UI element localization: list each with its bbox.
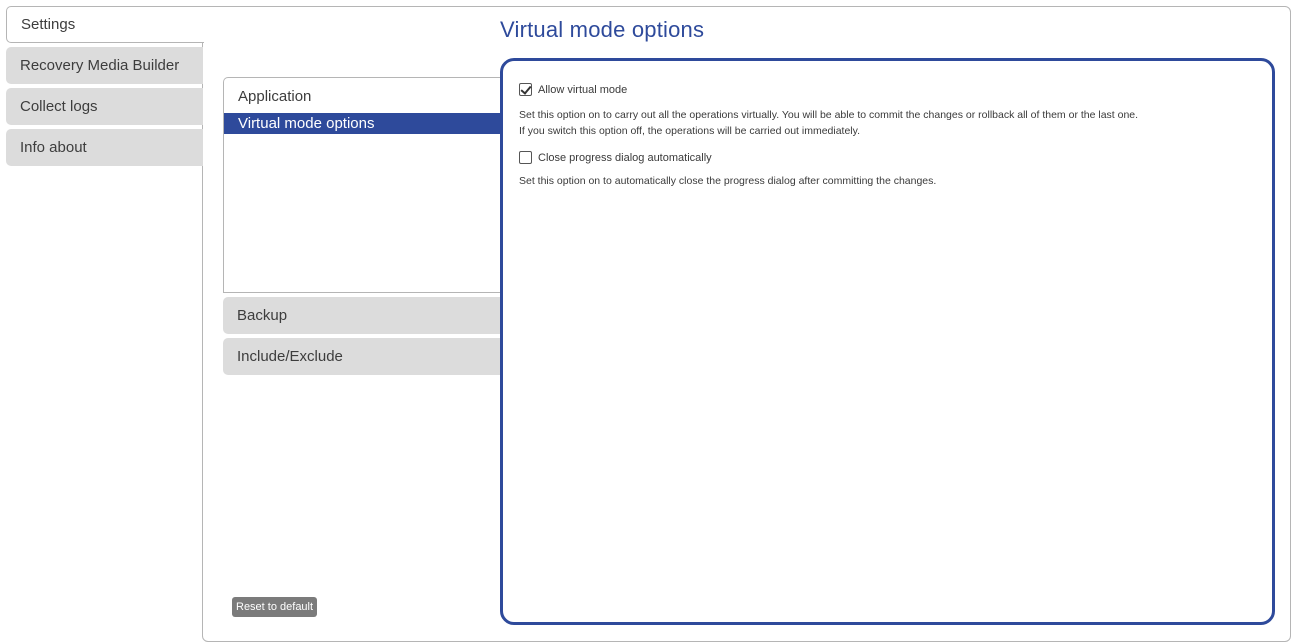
allow-virtual-mode-label: Allow virtual mode <box>538 83 628 96</box>
description-line: Set this option on to carry out all the … <box>519 109 1139 121</box>
category-application-list: Virtual mode options <box>223 113 503 293</box>
category-backup[interactable]: Backup <box>223 297 503 334</box>
nav-tab-info-about[interactable]: Info about <box>6 129 203 166</box>
close-progress-dialog-option[interactable]: Close progress dialog automatically <box>519 149 1256 166</box>
close-progress-dialog-label: Close progress dialog automatically <box>538 151 712 164</box>
reset-to-default-button[interactable]: Reset to default <box>232 597 318 617</box>
allow-virtual-mode-option[interactable]: Allow virtual mode <box>519 81 1256 98</box>
nav-tab-label: Settings <box>21 16 76 33</box>
nav-tab-label: Info about <box>20 139 87 156</box>
category-item-label: Virtual mode options <box>238 115 375 132</box>
nav-tab-label: Recovery Media Builder <box>20 57 180 74</box>
description-line: If you switch this option off, the opera… <box>519 125 861 137</box>
category-label: Backup <box>237 307 288 324</box>
nav-tab-label: Collect logs <box>20 98 98 115</box>
description-line: Set this option on to automatically clos… <box>519 175 937 187</box>
category-application-header[interactable]: Application <box>223 77 503 114</box>
nav-tab-settings[interactable]: Settings <box>6 6 204 43</box>
allow-virtual-mode-description: Set this option on to carry out all the … <box>519 107 1256 139</box>
close-progress-dialog-description: Set this option on to automatically clos… <box>519 173 1256 189</box>
allow-virtual-mode-checkbox[interactable] <box>519 83 532 96</box>
category-label: Application <box>238 88 312 105</box>
category-include-exclude[interactable]: Include/Exclude <box>223 338 503 375</box>
category-label: Include/Exclude <box>237 348 343 365</box>
category-item-virtual-mode-options[interactable]: Virtual mode options <box>224 113 502 134</box>
page-title: Virtual mode options <box>500 17 705 42</box>
close-progress-dialog-checkbox[interactable] <box>519 151 532 164</box>
nav-tab-collect-logs[interactable]: Collect logs <box>6 88 203 125</box>
options-panel: Allow virtual mode Set this option on to… <box>500 58 1275 625</box>
nav-tab-recovery-media-builder[interactable]: Recovery Media Builder <box>6 47 203 84</box>
